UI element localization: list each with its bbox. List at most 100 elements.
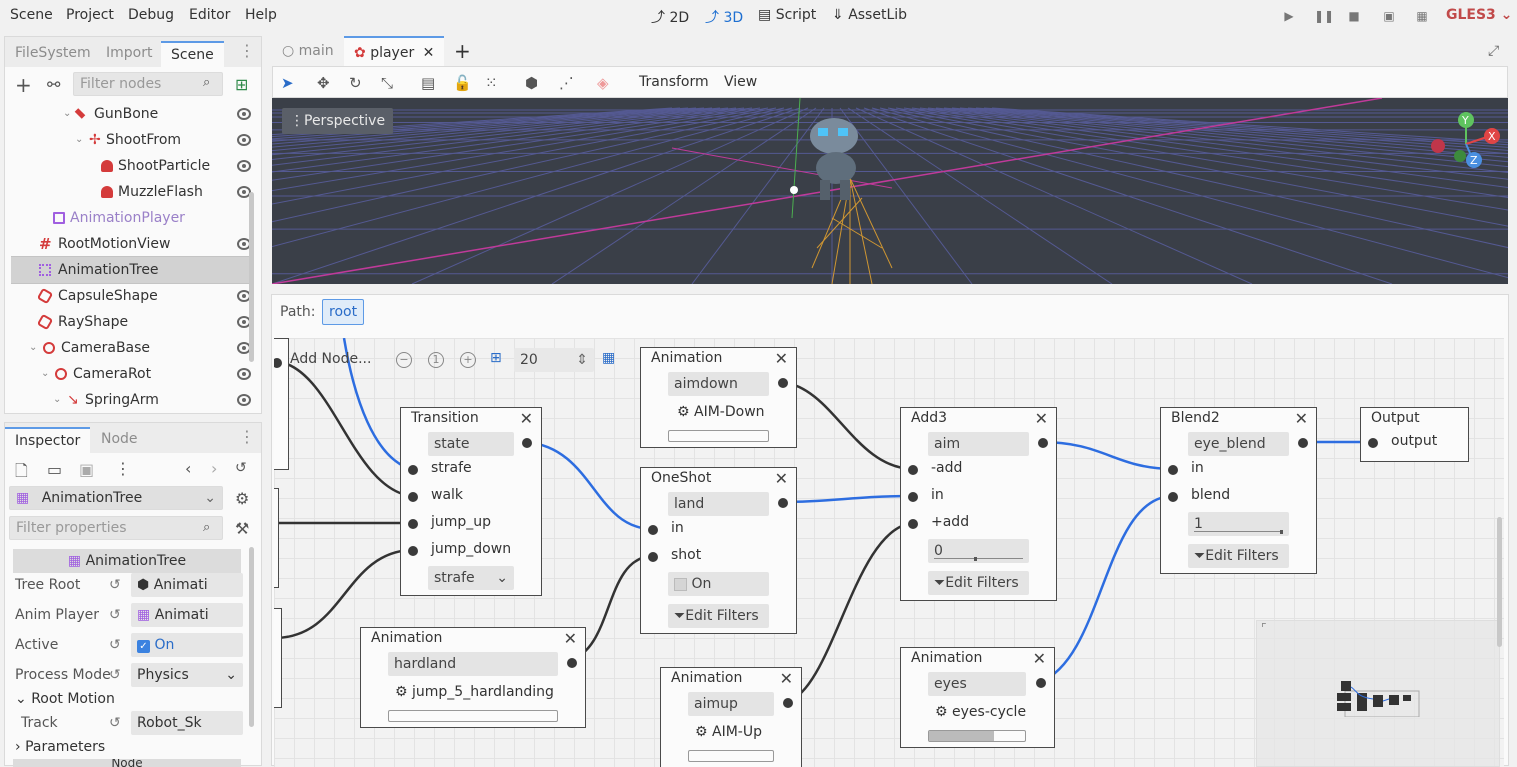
- dock-menu-icon[interactable]: ⋮: [239, 429, 255, 445]
- menu-project[interactable]: Project: [66, 7, 114, 23]
- current-state-select[interactable]: strafe ⌄: [428, 566, 514, 590]
- close-icon[interactable]: ✕: [1033, 649, 1046, 668]
- revert-icon[interactable]: ↺: [109, 662, 121, 688]
- node-name-field[interactable]: eyes: [928, 672, 1026, 696]
- play-scene-icon[interactable]: ▣: [1382, 9, 1396, 23]
- tab-node[interactable]: Node: [91, 427, 148, 453]
- close-icon[interactable]: ✕: [775, 469, 788, 488]
- output-port[interactable]: [567, 658, 577, 668]
- node-name-field[interactable]: aim: [928, 432, 1029, 456]
- tree-item-animationtree[interactable]: AnimationTree: [11, 256, 251, 284]
- tree-item-camerarot[interactable]: ⌄ CameraRot: [11, 361, 251, 387]
- anim-player-value[interactable]: ▦ Animati: [131, 603, 243, 627]
- perspective-menu[interactable]: ⋮ Perspective: [282, 108, 394, 134]
- tree-item-muzzleflash[interactable]: MuzzleFlash: [11, 179, 251, 205]
- instance-scene-icon[interactable]: ⊞: [235, 75, 248, 94]
- node-name-field[interactable]: land: [668, 492, 769, 516]
- parameters-section[interactable]: › Parameters: [11, 734, 243, 760]
- node-transition[interactable]: Transition ✕ state strafe walk jump_up j…: [400, 407, 542, 596]
- add-node-button[interactable]: Add Node...: [290, 351, 371, 367]
- close-icon[interactable]: ✕: [423, 45, 435, 61]
- visibility-icon[interactable]: [237, 394, 251, 406]
- minimap-resize-icon[interactable]: ⌜: [1261, 621, 1267, 635]
- workspace-3d[interactable]: ⤴ 3D: [705, 7, 743, 27]
- output-port[interactable]: [783, 698, 793, 708]
- zoom-out-icon[interactable]: −: [396, 352, 412, 368]
- revert-icon[interactable]: ↺: [109, 572, 121, 598]
- edit-filters-button[interactable]: ⏷Edit Filters: [928, 571, 1029, 595]
- dock-menu-icon[interactable]: ⋮: [239, 43, 255, 59]
- close-icon[interactable]: ✕: [564, 629, 577, 648]
- offscreen-node[interactable]: [274, 488, 279, 588]
- add-amount-slider[interactable]: 0: [928, 539, 1029, 563]
- local-space-icon[interactable]: ⬢: [525, 74, 538, 92]
- workspace-2d[interactable]: ⤴ 2D: [651, 7, 689, 27]
- 3d-viewport[interactable]: ⋮ Perspective Y X Z: [272, 98, 1508, 284]
- path-root-button[interactable]: root: [322, 299, 365, 325]
- renderer-select[interactable]: GLES3 ⌄: [1446, 7, 1512, 23]
- output-port[interactable]: [522, 438, 532, 448]
- visibility-icon[interactable]: [237, 134, 251, 146]
- snap-grid-icon[interactable]: ⊞: [490, 350, 502, 366]
- oneshot-toggle[interactable]: On: [668, 572, 769, 596]
- tree-item-gunbone[interactable]: ⌄ GunBone: [11, 101, 251, 127]
- edit-filters-button[interactable]: ⏷Edit Filters: [1188, 544, 1289, 568]
- tab-inspector[interactable]: Inspector: [5, 427, 91, 453]
- history-icon[interactable]: ↺: [235, 460, 247, 476]
- camera-preview-icon[interactable]: ◈: [597, 74, 609, 92]
- input-port[interactable]: [908, 519, 918, 529]
- workspace-assetlib[interactable]: ⇓ AssetLib: [832, 7, 907, 23]
- revert-icon[interactable]: ↺: [109, 632, 121, 658]
- lock-icon[interactable]: 🔓: [453, 74, 472, 92]
- input-port[interactable]: [408, 465, 418, 475]
- node-name-field[interactable]: aimup: [688, 692, 774, 716]
- blend-amount-slider[interactable]: 1: [1188, 512, 1289, 536]
- node-animation-aimup[interactable]: Animation ✕ aimup ⚙ AIM-Up: [660, 667, 802, 767]
- new-resource-icon[interactable]: 🗋: [15, 460, 28, 487]
- inspector-scrollbar[interactable]: [249, 547, 254, 727]
- node-animation-eyes[interactable]: Animation ✕ eyes ⚙ eyes-cycle: [900, 647, 1055, 748]
- link-icon[interactable]: ⚯: [47, 75, 60, 94]
- object-menu-icon[interactable]: ⋮: [115, 459, 131, 478]
- view-gizmo[interactable]: Y X Z: [1426, 108, 1506, 178]
- save-resource-icon[interactable]: ▣: [79, 460, 94, 479]
- tree-item-camerabase[interactable]: ⌄ CameraBase: [11, 335, 251, 361]
- node-blend2[interactable]: Blend2 ✕ eye_blend in blend 1 ⏷Edit Filt…: [1160, 407, 1317, 574]
- minimap-toggle-icon[interactable]: ▦: [602, 350, 615, 366]
- track-value[interactable]: Robot_Sk: [131, 711, 243, 735]
- input-port[interactable]: [908, 492, 918, 502]
- edit-filters-button[interactable]: ⏷Edit Filters: [668, 604, 769, 628]
- input-port[interactable]: [408, 492, 418, 502]
- node-animation-hardland[interactable]: Animation ✕ hardland ⚙ jump_5_hardlandin…: [360, 627, 586, 728]
- menu-editor[interactable]: Editor: [189, 7, 230, 23]
- input-port[interactable]: [408, 519, 418, 529]
- play-custom-icon[interactable]: ▦: [1415, 9, 1429, 23]
- node-name-field[interactable]: aimdown: [668, 372, 769, 396]
- tree-root-value[interactable]: ⬢ Animati: [131, 573, 243, 597]
- node-name-field[interactable]: hardland: [388, 652, 558, 676]
- node-name-field[interactable]: eye_blend: [1188, 432, 1289, 456]
- tree-item-capsuleshape[interactable]: CapsuleShape: [11, 283, 251, 309]
- close-icon[interactable]: ✕: [520, 409, 533, 428]
- stop-icon[interactable]: ■: [1347, 9, 1361, 23]
- fullscreen-icon[interactable]: ⤢: [1478, 36, 1509, 66]
- menu-debug[interactable]: Debug: [128, 7, 174, 23]
- input-port[interactable]: [408, 546, 418, 556]
- output-port[interactable]: [1298, 438, 1308, 448]
- close-icon[interactable]: ✕: [780, 669, 793, 688]
- settings-icon[interactable]: ⚒: [235, 519, 249, 538]
- history-forward-icon[interactable]: ›: [211, 459, 217, 478]
- tree-item-rayshape[interactable]: RayShape: [11, 309, 251, 335]
- tab-import[interactable]: Import: [96, 41, 162, 67]
- scene-tree-scrollbar[interactable]: [249, 192, 254, 362]
- add-scene-tab-button[interactable]: +: [444, 36, 481, 66]
- revert-icon[interactable]: ↺: [109, 602, 121, 628]
- history-back-icon[interactable]: ‹: [185, 459, 191, 478]
- node-output[interactable]: Output output: [1360, 407, 1469, 462]
- input-port[interactable]: [1168, 465, 1178, 475]
- menu-help[interactable]: Help: [245, 7, 277, 23]
- scene-tab-player[interactable]: ✿ player ✕: [344, 36, 445, 66]
- offscreen-node[interactable]: [274, 608, 282, 708]
- select-tool-icon[interactable]: ➤: [281, 74, 294, 92]
- node-animation-aimdown[interactable]: Animation ✕ aimdown ⚙ AIM-Down: [640, 347, 797, 448]
